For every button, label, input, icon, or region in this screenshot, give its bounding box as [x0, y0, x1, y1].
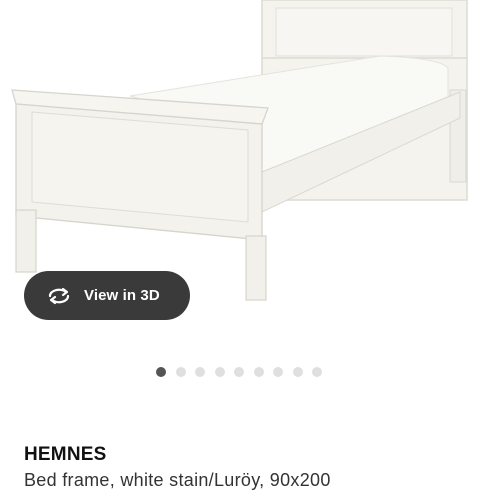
view-in-3d-button[interactable]: View in 3D: [24, 271, 190, 320]
carousel-dot-1[interactable]: [156, 367, 166, 377]
carousel-dot-3[interactable]: [195, 367, 205, 377]
carousel-dot-6[interactable]: [253, 367, 264, 377]
product-name: HEMNES: [24, 444, 107, 465]
carousel-dot-7[interactable]: [273, 367, 283, 377]
rotate-arrows-icon: [46, 286, 74, 306]
carousel-dot-2[interactable]: [175, 367, 186, 377]
carousel-dot-5[interactable]: [234, 367, 244, 377]
carousel-dot-4[interactable]: [214, 367, 225, 377]
view-in-3d-label: View in 3D: [84, 287, 160, 304]
carousel-dot-9[interactable]: [312, 367, 322, 377]
product-description: Bed frame, white stain/Luröy, 90x200: [24, 470, 331, 490]
carousel-dot-8[interactable]: [292, 367, 303, 377]
carousel-pagination: [156, 367, 322, 377]
